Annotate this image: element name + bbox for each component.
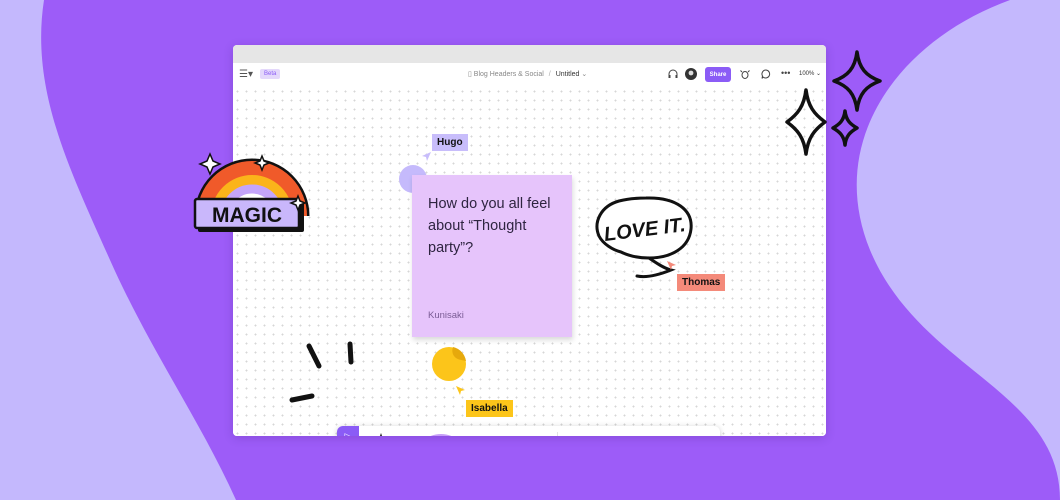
text-tool-icon[interactable]: T: [565, 435, 585, 436]
love-it-speech-bubble[interactable]: LOVE IT.: [591, 192, 701, 282]
bug-icon[interactable]: [740, 69, 750, 81]
pointer-icon[interactable]: ▷: [337, 426, 359, 436]
cursor-label-isabella: Isabella: [466, 400, 513, 417]
toolbar-divider: [557, 432, 558, 436]
top-toolbar: ☰▾ Beta ▯ Blog Headers & Social / Untitl…: [233, 63, 826, 87]
beta-badge: Beta: [260, 69, 281, 79]
cursor-thomas-icon: [667, 261, 676, 270]
cursor-hugo-icon: [422, 152, 431, 161]
comment-icon[interactable]: [761, 69, 771, 81]
sticky-note-tool[interactable]: [483, 432, 551, 436]
breadcrumb-project[interactable]: Blog Headers & Social: [474, 71, 544, 78]
cursor-label-thomas: Thomas: [677, 274, 726, 291]
share-button[interactable]: Share: [705, 67, 731, 82]
avatar[interactable]: [685, 68, 697, 82]
headphones-icon[interactable]: [668, 69, 678, 81]
bottom-toolbar: ▷ ✋ T: [337, 426, 720, 436]
image-icon[interactable]: [689, 435, 709, 436]
marker-tool[interactable]: [369, 433, 393, 436]
yellow-dot-sticker[interactable]: [431, 346, 467, 382]
breadcrumb-separator: /: [548, 71, 551, 78]
window-titlebar: [233, 45, 826, 63]
sticky-note-author: Kunisaki: [428, 310, 464, 321]
figjam-logo-icon[interactable]: ☰▾: [239, 69, 253, 80]
rays-decoration: [289, 341, 354, 403]
sticky-note-text: How do you all feel about “Thought party…: [428, 196, 551, 256]
cursor-isabella-icon: [456, 386, 465, 395]
chevron-down-icon[interactable]: ⌄: [581, 71, 587, 78]
breadcrumb-file-name[interactable]: Untitled: [556, 71, 580, 78]
shape-tool[interactable]: [413, 434, 469, 436]
cursor-label-hugo: Hugo: [432, 134, 468, 151]
stamp-icon[interactable]: [658, 435, 678, 436]
sparkles-decoration: [785, 50, 882, 156]
magic-rainbow-sticker[interactable]: MAGIC: [192, 150, 312, 240]
magic-sticker-text: MAGIC: [212, 204, 282, 227]
sticky-note[interactable]: How do you all feel about “Thought party…: [412, 175, 572, 337]
breadcrumb: ▯ Blog Headers & Social / Untitled ⌄: [468, 70, 587, 78]
connector-icon[interactable]: [595, 435, 615, 436]
component-icon[interactable]: [627, 435, 647, 436]
